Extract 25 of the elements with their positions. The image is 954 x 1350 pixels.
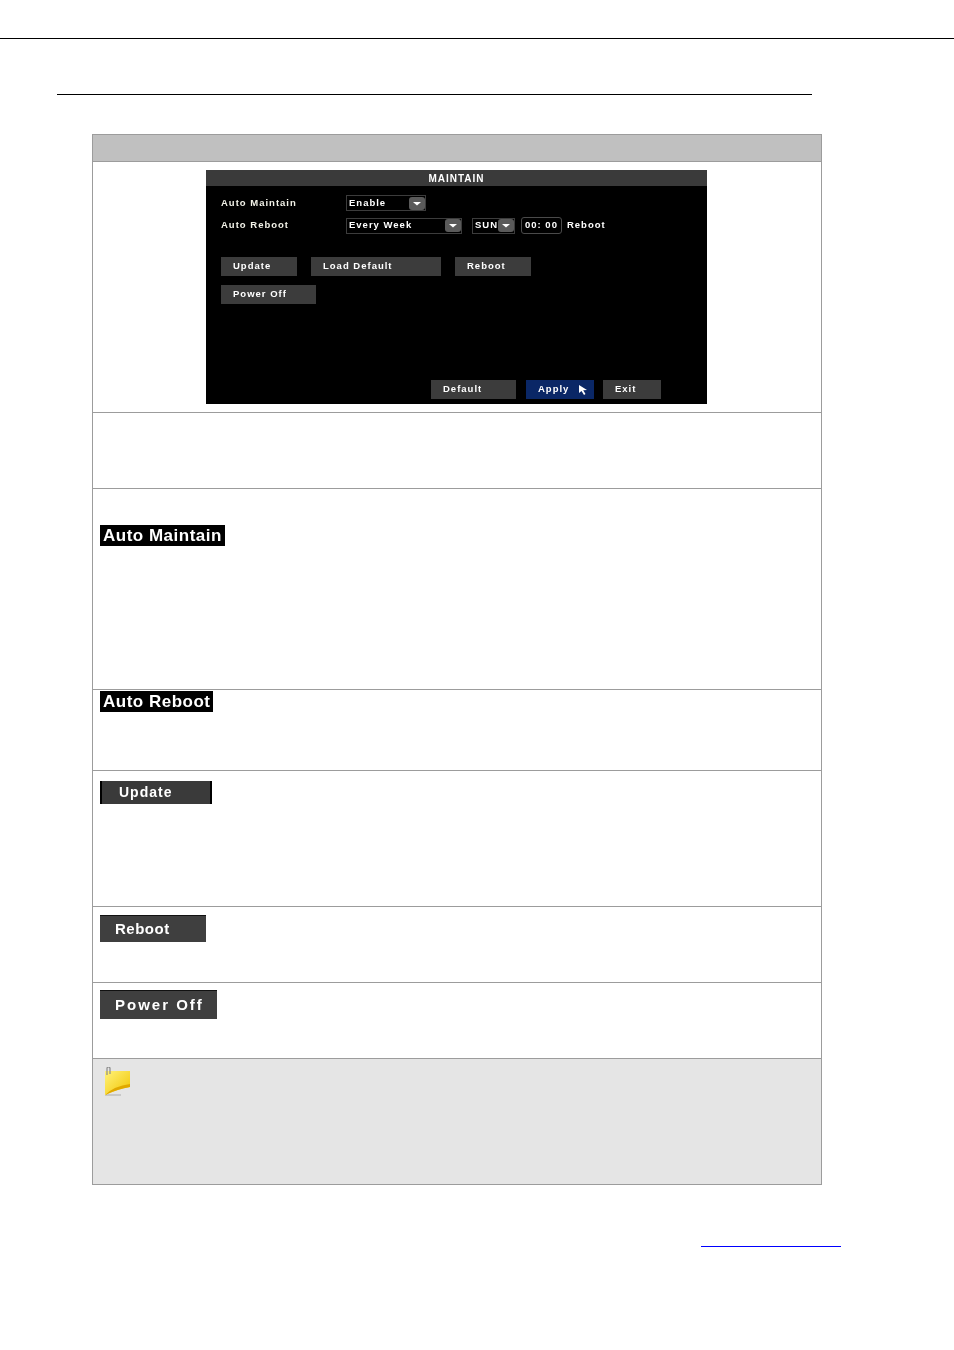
dropdown[interactable]: SUN [472,217,515,234]
time-field[interactable]: 00: 00 [521,217,562,234]
button-graphic: Reboot [100,915,206,942]
dialog-button[interactable]: Update [221,257,297,276]
dialog-button[interactable]: Reboot [455,257,531,276]
dialog-title: MAINTAIN [428,171,485,186]
dropdown[interactable]: Enable [346,195,426,211]
setting-label: Auto Reboot [221,218,290,233]
dialog-button[interactable]: Power Off [221,285,316,304]
dialog-button[interactable]: Apply [526,380,594,399]
caret-down-icon [409,196,425,210]
dialog-button[interactable]: Default [431,380,516,399]
dialog-button[interactable]: Load Default [311,257,441,276]
caret-down-icon [498,219,515,232]
caret-down-icon [445,219,461,232]
sticky-note-icon [104,1067,131,1097]
mouse-pointer-icon [579,384,589,395]
setting-label: Auto Maintain [221,195,298,210]
dialog-button[interactable]: Exit [603,380,661,399]
button-graphic: Update [100,781,212,804]
dropdown[interactable]: Every Week [346,217,462,234]
button-graphic: Power Off [100,990,217,1019]
setting-label-chip: Auto Maintain [100,525,225,546]
setting-label-chip: Auto Reboot [100,691,214,712]
setting-text: Reboot [566,218,606,233]
